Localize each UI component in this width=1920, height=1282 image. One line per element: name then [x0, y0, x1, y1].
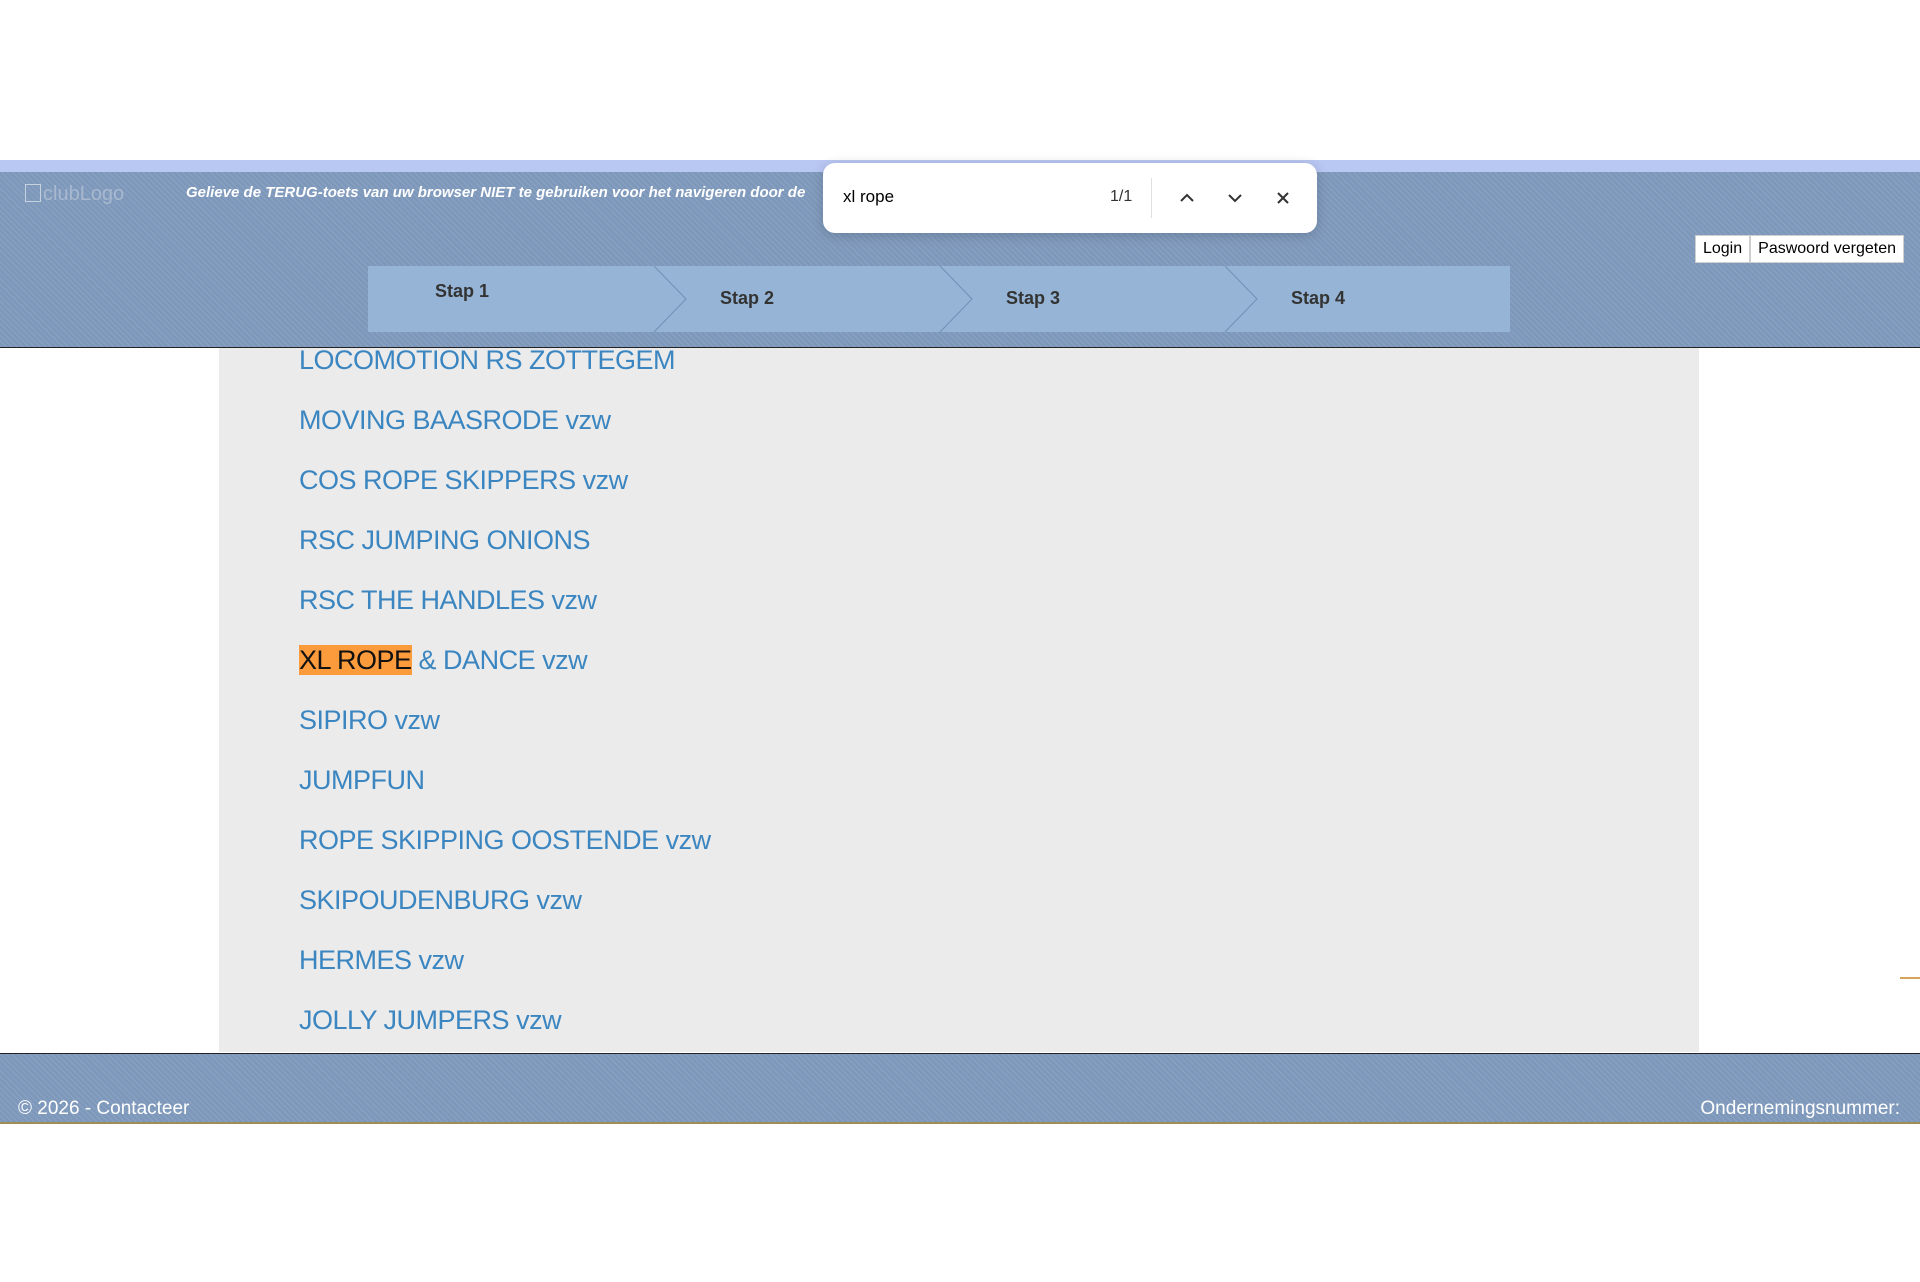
club-link[interactable]: XL ROPE & DANCE vzw [299, 645, 588, 675]
club-link[interactable]: ROPE SKIPPING OOSTENDE vzw [299, 825, 711, 855]
club-link[interactable]: RSC THE HANDLES vzw [299, 585, 597, 615]
find-close-button[interactable] [1269, 184, 1297, 212]
find-match-count: 1/1 [1110, 188, 1133, 205]
club-item: JUMPFUN [299, 750, 711, 810]
broken-image-icon [25, 184, 41, 202]
club-item: LOCOMOTION RS ZOTTEGEM [299, 348, 711, 390]
club-item: MOVING BAASRODE vzw [299, 390, 711, 450]
step-4: Stap 4 [1291, 288, 1346, 308]
find-input[interactable] [843, 183, 1083, 211]
step-1: Stap 1 [435, 281, 490, 301]
club-link[interactable]: MOVING BAASRODE vzw [299, 405, 611, 435]
club-item: SKIPOUDENBURG vzw [299, 870, 711, 930]
club-logo-alt-text: clubLogo [43, 183, 125, 205]
step-3: Stap 3 [1006, 288, 1061, 308]
auth-buttons: Login Paswoord vergeten [1694, 235, 1904, 263]
club-item: JOLLY JUMPERS vzw [299, 990, 711, 1050]
chevron-up-icon [1180, 193, 1194, 202]
step-2: Stap 2 [720, 288, 775, 308]
chevron-down-icon [1228, 194, 1242, 203]
club-item: RSC JUMPING ONIONS [299, 510, 711, 570]
forgot-password-button[interactable]: Paswoord vergeten [1750, 235, 1904, 263]
step-progress: Stap 1 Stap 2 Stap 3 Stap 4 [368, 266, 1510, 332]
find-previous-button[interactable] [1173, 184, 1201, 212]
club-item: SIPIRO vzw [299, 690, 711, 750]
club-link[interactable]: SIPIRO vzw [299, 705, 440, 735]
club-link[interactable]: HERMES vzw [299, 945, 464, 975]
club-link[interactable]: LOCOMOTION RS ZOTTEGEM [299, 348, 676, 375]
club-link[interactable]: SKIPOUDENBURG vzw [299, 885, 582, 915]
find-next-button[interactable] [1221, 184, 1249, 212]
footer-company-number: Ondernemingsnummer: [1700, 1098, 1900, 1119]
club-link[interactable]: JUMPFUN [299, 765, 425, 795]
club-item: COS ROPE SKIPPERS vzw [299, 450, 711, 510]
club-list: LOCOMOTION RS ZOTTEGEM MOVING BAASRODE v… [299, 348, 711, 1050]
club-link-rest: & DANCE vzw [411, 645, 588, 675]
club-item: ROPE SKIPPING OOSTENDE vzw [299, 810, 711, 870]
login-button[interactable]: Login [1694, 235, 1751, 263]
club-link[interactable]: RSC JUMPING ONIONS [299, 525, 591, 555]
club-item: HERMES vzw [299, 930, 711, 990]
find-highlight: XL ROPE [299, 645, 412, 675]
club-link[interactable]: JOLLY JUMPERS vzw [299, 1005, 562, 1035]
club-link[interactable]: COS ROPE SKIPPERS vzw [299, 465, 628, 495]
club-item: RSC THE HANDLES vzw [299, 570, 711, 630]
club-logo: clubLogo [25, 180, 145, 208]
find-divider [1151, 178, 1152, 218]
club-item: XL ROPE & DANCE vzw [299, 630, 711, 690]
close-icon [1277, 192, 1289, 204]
find-in-page-bar: 1/1 [823, 163, 1317, 233]
footer-copyright[interactable]: © 2026 - Contacteer [18, 1098, 189, 1120]
site-footer: © 2026 - Contacteer Ondernemingsnummer: [0, 1053, 1920, 1124]
scroll-marker [1900, 977, 1920, 979]
club-list-panel: LOCOMOTION RS ZOTTEGEM MOVING BAASRODE v… [219, 348, 1699, 1052]
back-button-notice: Gelieve de TERUG-toets van uw browser NI… [186, 184, 806, 201]
